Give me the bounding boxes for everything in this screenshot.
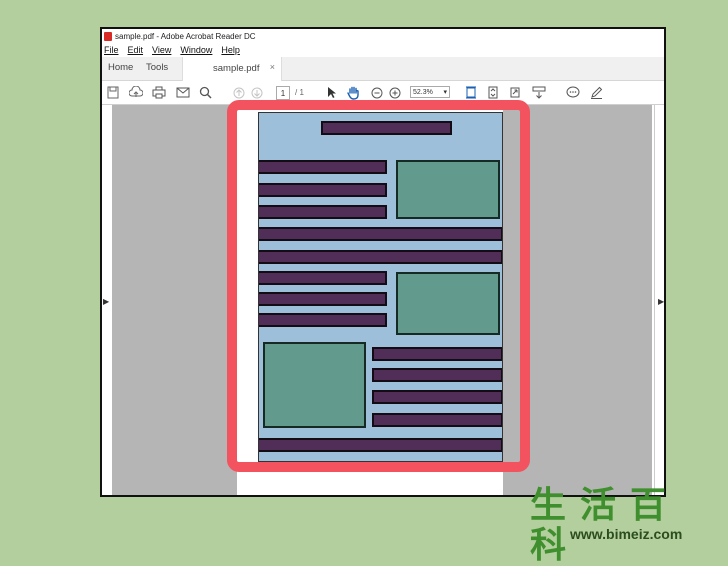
acrobat-app-icon	[104, 31, 112, 41]
menu-bar: File Edit View Window Help	[102, 43, 664, 57]
watermark: 生活百科 www.bimeiz.com	[526, 486, 728, 566]
page-down-icon[interactable]	[251, 85, 263, 100]
comment-icon[interactable]	[566, 85, 580, 100]
expand-right-panel-icon[interactable]: ▶	[658, 297, 664, 306]
page-number-input[interactable]: 1	[276, 86, 290, 100]
expand-left-panel-icon[interactable]: ▶	[103, 297, 109, 306]
menu-window[interactable]: Window	[180, 45, 212, 55]
hand-icon[interactable]	[347, 85, 360, 100]
save-icon[interactable]	[107, 85, 119, 100]
chevron-down-icon: ▾	[443, 89, 447, 96]
window-title: sample.pdf - Adobe Acrobat Reader DC	[115, 31, 256, 41]
menu-view[interactable]: View	[152, 45, 171, 55]
zoom-select[interactable]: 52.3% ▾	[410, 86, 450, 98]
select-cursor-icon[interactable]	[327, 85, 337, 100]
right-panel-collapsed[interactable]: ▶	[654, 105, 664, 495]
scroll-mode-icon[interactable]	[487, 85, 499, 100]
title-bar: sample.pdf - Adobe Acrobat Reader DC	[102, 29, 664, 43]
zoom-out-icon[interactable]	[371, 85, 383, 100]
close-tab-icon[interactable]: ×	[270, 62, 275, 72]
tab-bar: Home Tools sample.pdf ×	[102, 57, 664, 81]
tab-home[interactable]: Home	[108, 62, 133, 73]
page-up-icon[interactable]	[233, 85, 245, 100]
menu-help[interactable]: Help	[221, 45, 240, 55]
page-total: / 1	[295, 88, 304, 97]
fit-page-icon[interactable]	[465, 85, 477, 100]
page-highlight-frame	[227, 100, 530, 472]
menu-edit[interactable]: Edit	[128, 45, 144, 55]
print-icon[interactable]	[152, 85, 166, 100]
search-icon[interactable]	[199, 85, 212, 100]
zoom-value: 52.3%	[413, 88, 433, 96]
tab-tools[interactable]: Tools	[146, 62, 168, 73]
menu-file[interactable]: File	[104, 45, 119, 55]
upload-icon[interactable]	[129, 85, 143, 100]
watermark-url: www.bimeiz.com	[570, 526, 683, 542]
tab-document[interactable]: sample.pdf ×	[182, 57, 282, 81]
left-panel-collapsed[interactable]: ▶	[102, 105, 112, 495]
email-icon[interactable]	[176, 85, 190, 100]
keyboard-icon[interactable]	[532, 85, 546, 100]
tab-document-label: sample.pdf	[213, 63, 260, 74]
sign-icon[interactable]	[590, 85, 603, 100]
zoom-in-icon[interactable]	[389, 85, 401, 100]
rotate-icon[interactable]	[509, 85, 521, 100]
